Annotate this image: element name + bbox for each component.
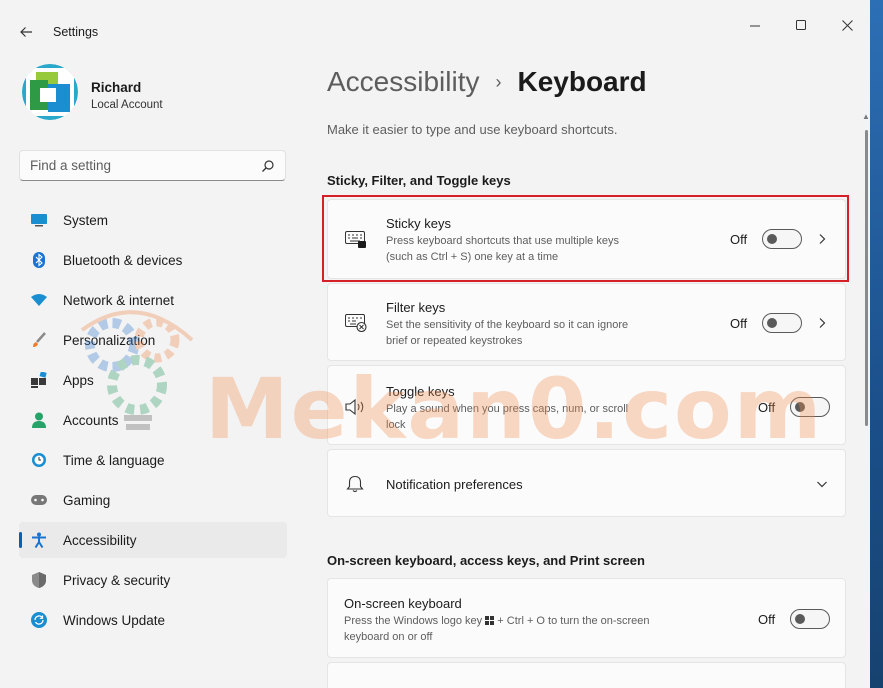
toggle-knob [767, 318, 777, 328]
sidebar-item-label: Gaming [63, 492, 111, 508]
shield-icon [31, 572, 47, 588]
breadcrumb-parent[interactable]: Accessibility [327, 66, 479, 98]
sidebar-item-label: Network & internet [63, 292, 175, 308]
user-avatar-logo-icon [22, 64, 78, 120]
maximize-icon [795, 19, 806, 30]
page-title: Keyboard [517, 66, 647, 97]
on-screen-keyboard-card: On-screen keyboard Press the Windows log… [327, 578, 846, 658]
minimize-icon [749, 25, 760, 26]
accessibility-icon [31, 532, 47, 548]
sidebar-item-apps[interactable]: Apps [19, 362, 287, 398]
toggle-knob [795, 402, 805, 412]
filter-keys-icon [345, 314, 367, 332]
account-type: Local Account [91, 99, 163, 111]
toggle-state-label: Off [730, 316, 748, 331]
sidebar-item-windows-update[interactable]: Windows Update [19, 602, 287, 638]
sidebar-item-time-language[interactable]: Time & language [19, 442, 287, 478]
arrow-left-icon [20, 27, 32, 37]
card-description: Press the Windows logo key + Ctrl + O to… [344, 613, 664, 645]
card-title: Notification preferences [386, 477, 523, 492]
sidebar-item-system[interactable]: System [19, 202, 287, 238]
card-title: Toggle keys [386, 384, 455, 399]
card-title: Filter keys [386, 300, 446, 315]
sidebar-item-network[interactable]: Network & internet [19, 282, 287, 318]
sidebar-item-label: Bluetooth & devices [63, 252, 183, 268]
sidebar-item-accounts[interactable]: Accounts [19, 402, 287, 438]
sidebar-item-personalization[interactable]: Personalization [19, 322, 287, 358]
search-box[interactable] [19, 150, 286, 181]
page-subtitle: Make it easier to type and use keyboard … [327, 122, 618, 137]
clock-globe-icon [31, 452, 47, 468]
card-description: Set the sensitivity of the keyboard so i… [386, 319, 629, 347]
toggle-state-label: Off [758, 612, 776, 627]
scroll-up-arrow-icon[interactable]: ▲ [862, 112, 870, 121]
next-settings-card[interactable] [327, 662, 846, 688]
gamepad-icon [31, 492, 47, 508]
avatar[interactable] [22, 64, 78, 120]
person-icon [31, 412, 47, 428]
title-bar: Settings [0, 0, 870, 48]
card-title: On-screen keyboard [344, 596, 462, 611]
section-title: Sticky, Filter, and Toggle keys [327, 173, 511, 188]
close-button[interactable] [824, 12, 870, 38]
sidebar-item-accessibility[interactable]: Accessibility [19, 522, 287, 558]
sidebar-item-label: Privacy & security [63, 572, 171, 588]
update-icon [31, 612, 47, 628]
system-icon [31, 212, 47, 228]
sidebar-item-privacy[interactable]: Privacy & security [19, 562, 287, 598]
sidebar-item-bluetooth[interactable]: Bluetooth & devices [19, 242, 287, 278]
desktop-background [870, 0, 883, 688]
minimize-button[interactable] [732, 12, 778, 38]
scrollbar[interactable] [865, 130, 868, 426]
sidebar-item-label: Time & language [63, 452, 165, 468]
back-button[interactable] [14, 20, 38, 44]
sidebar-nav: System Bluetooth & devices Network & int… [19, 202, 287, 642]
filter-keys-card[interactable]: Filter keys Set the sensitivity of the k… [327, 283, 846, 361]
highlight-box [322, 195, 849, 282]
settings-window: Settings Richard Local Account Find a se… [0, 0, 870, 688]
toggle-knob [795, 614, 805, 624]
wifi-icon [31, 292, 47, 308]
speaker-icon [345, 398, 364, 416]
maximize-button[interactable] [778, 12, 824, 38]
apps-icon [31, 372, 47, 388]
breadcrumb: Accessibility › Keyboard [327, 66, 647, 98]
search-icon[interactable] [261, 159, 275, 173]
sidebar-item-label: Accessibility [63, 532, 137, 548]
sidebar-item-label: Windows Update [63, 612, 166, 628]
windows-logo-icon [485, 616, 495, 625]
app-title: Settings [53, 25, 99, 39]
search-input[interactable] [30, 158, 250, 173]
card-description-before: Press the Windows logo key [344, 615, 483, 627]
close-icon [841, 19, 853, 31]
card-description: Play a sound when you press caps, num, o… [386, 403, 629, 431]
toggle-keys-card: Toggle keys Play a sound when you press … [327, 365, 846, 445]
brush-icon [31, 332, 47, 348]
notification-preferences-card[interactable]: Notification preferences [327, 449, 846, 517]
sidebar-item-label: Accounts [63, 412, 119, 428]
bell-icon [346, 475, 364, 493]
sidebar-item-label: System [63, 212, 109, 228]
chevron-right-icon[interactable] [816, 317, 828, 329]
filter-keys-toggle[interactable] [762, 313, 802, 333]
chevron-down-icon[interactable] [816, 478, 828, 490]
on-screen-keyboard-toggle[interactable] [790, 609, 830, 629]
section-title: On-screen keyboard, access keys, and Pri… [327, 553, 645, 568]
sidebar-item-label: Apps [63, 372, 94, 388]
sidebar-item-gaming[interactable]: Gaming [19, 482, 287, 518]
toggle-keys-toggle[interactable] [790, 397, 830, 417]
chevron-right-icon: › [495, 71, 502, 92]
user-name: Richard [91, 80, 142, 95]
toggle-state-label: Off [758, 400, 776, 415]
sidebar-item-label: Personalization [63, 332, 156, 348]
bluetooth-icon [31, 252, 47, 268]
